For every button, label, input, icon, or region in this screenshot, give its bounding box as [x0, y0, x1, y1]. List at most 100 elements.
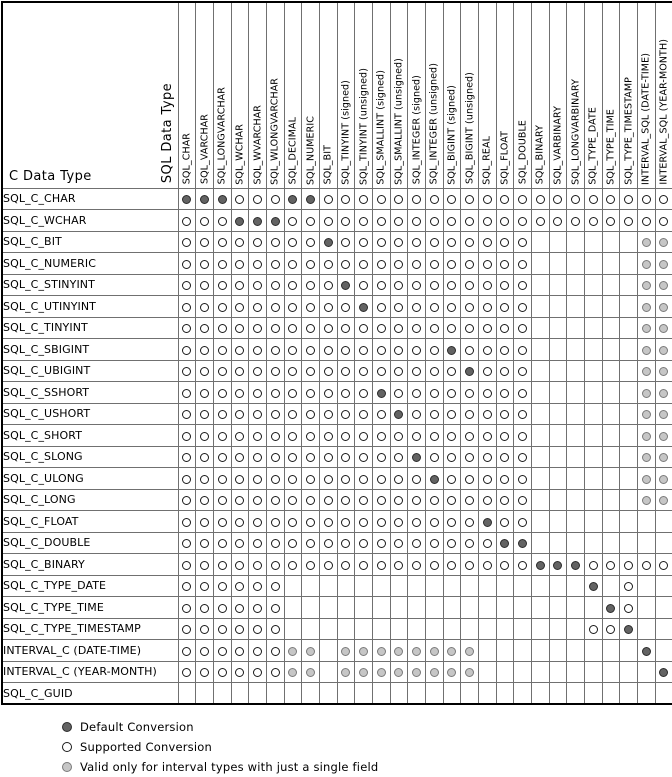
interval-single-field-marker-icon — [641, 388, 651, 398]
matrix-cell — [460, 574, 479, 597]
supported-conversion-marker-icon — [518, 345, 528, 355]
matrix-cell — [460, 617, 479, 640]
supported-conversion-marker-icon — [659, 560, 669, 570]
supported-conversion-marker-icon — [182, 367, 192, 377]
matrix-cell — [495, 617, 515, 640]
supported-conversion-marker-icon — [217, 410, 227, 420]
interval-single-field-marker-icon — [394, 668, 404, 678]
supported-conversion-marker-icon — [482, 281, 492, 291]
supported-conversion-marker-icon — [571, 195, 581, 205]
supported-conversion-marker-icon — [288, 302, 298, 312]
matrix-cell — [566, 316, 585, 339]
matrix-cell — [248, 187, 267, 210]
matrix-cell — [619, 316, 638, 339]
supported-conversion-marker-icon — [200, 625, 209, 635]
supported-conversion-marker-icon — [412, 560, 422, 570]
supported-conversion-marker-icon — [518, 431, 528, 441]
matrix-cell — [442, 424, 462, 447]
column-header: SQL_VARBINARY — [548, 1, 568, 189]
matrix-cell — [212, 359, 232, 382]
matrix-cell — [548, 338, 568, 361]
interval-single-field-marker-icon — [659, 474, 669, 484]
matrix-cell — [389, 445, 409, 468]
supported-conversion-marker-icon — [341, 453, 351, 463]
matrix-cell — [354, 682, 373, 705]
matrix-cell — [354, 445, 373, 468]
matrix-cell — [583, 209, 603, 232]
matrix-cell — [407, 467, 426, 490]
supported-conversion-marker-icon — [306, 302, 316, 312]
matrix-cell — [283, 316, 303, 339]
supported-conversion-marker-icon — [376, 410, 386, 420]
column-header-label: SQL_BIGINT (unsigned) — [463, 72, 475, 185]
column-axis-label: SQL Data Type — [159, 83, 175, 184]
matrix-cell — [354, 424, 373, 447]
row-header-label: SQL_C_TYPE_DATE — [1, 574, 179, 597]
matrix-cell — [265, 531, 285, 554]
matrix-cell — [601, 252, 621, 275]
supported-conversion-marker-icon — [182, 603, 192, 613]
matrix-cell — [636, 187, 656, 210]
matrix-cell — [354, 359, 373, 382]
matrix-cell — [230, 531, 250, 554]
matrix-cell — [389, 596, 409, 619]
supported-conversion-marker-icon — [253, 453, 263, 463]
default-conversion-marker-icon — [62, 722, 72, 732]
matrix-cell — [424, 295, 444, 318]
matrix-cell — [212, 574, 232, 597]
matrix-cell — [548, 402, 568, 425]
supported-conversion-marker-icon — [288, 238, 298, 248]
supported-conversion-marker-icon — [288, 388, 298, 398]
matrix-cell — [265, 424, 285, 447]
matrix-cell — [548, 230, 568, 253]
matrix-cell — [477, 230, 497, 253]
matrix-cell — [301, 295, 320, 318]
supported-conversion-marker-icon — [235, 517, 245, 527]
matrix-row: SQL_C_NUMERIC — [1, 252, 672, 275]
legend-item: Default Conversion — [62, 717, 672, 737]
matrix-cell — [301, 359, 320, 382]
matrix-cell — [636, 553, 656, 576]
matrix-cell — [636, 273, 656, 296]
matrix-cell — [424, 424, 444, 447]
matrix-cell — [601, 359, 621, 382]
matrix-cell — [407, 553, 426, 576]
matrix-cell — [336, 187, 356, 210]
supported-conversion-marker-icon — [288, 453, 298, 463]
matrix-cell — [513, 445, 532, 468]
matrix-cell — [265, 467, 285, 490]
matrix-cell — [513, 617, 532, 640]
matrix-cell — [619, 424, 638, 447]
supported-conversion-marker-icon — [359, 259, 369, 269]
column-header: INTERVAL_SQL (YEAR-MONTH) — [654, 1, 672, 189]
supported-conversion-marker-icon — [235, 625, 245, 635]
supported-conversion-marker-icon — [182, 410, 192, 420]
supported-conversion-marker-icon — [253, 302, 263, 312]
supported-conversion-marker-icon — [412, 345, 422, 355]
matrix-cell — [318, 273, 338, 296]
matrix-cell — [548, 252, 568, 275]
supported-conversion-marker-icon — [588, 195, 598, 205]
matrix-cell — [301, 639, 320, 662]
supported-conversion-marker-icon — [641, 216, 651, 226]
matrix-cell — [407, 424, 426, 447]
matrix-cell — [177, 531, 197, 554]
supported-conversion-marker-icon — [235, 646, 245, 656]
column-header-label: SQL_TINYINT (unsigned) — [357, 67, 369, 185]
matrix-cell — [566, 660, 585, 683]
matrix-cell — [530, 682, 550, 705]
matrix-cell — [212, 660, 232, 683]
matrix-cell — [636, 596, 656, 619]
supported-conversion-marker-icon — [376, 302, 386, 312]
supported-conversion-marker-icon — [306, 367, 316, 377]
supported-conversion-marker-icon — [482, 474, 492, 484]
matrix-cell — [495, 596, 515, 619]
supported-conversion-marker-icon — [412, 431, 422, 441]
supported-conversion-marker-icon — [394, 453, 404, 463]
matrix-cell — [177, 553, 197, 576]
matrix-cell — [336, 639, 356, 662]
matrix-cell — [371, 295, 391, 318]
matrix-cell — [248, 553, 267, 576]
matrix-cell — [265, 187, 285, 210]
matrix-header: C Data Type SQL Data Type SQL_CHAR SQL_VA… — [1, 1, 672, 189]
